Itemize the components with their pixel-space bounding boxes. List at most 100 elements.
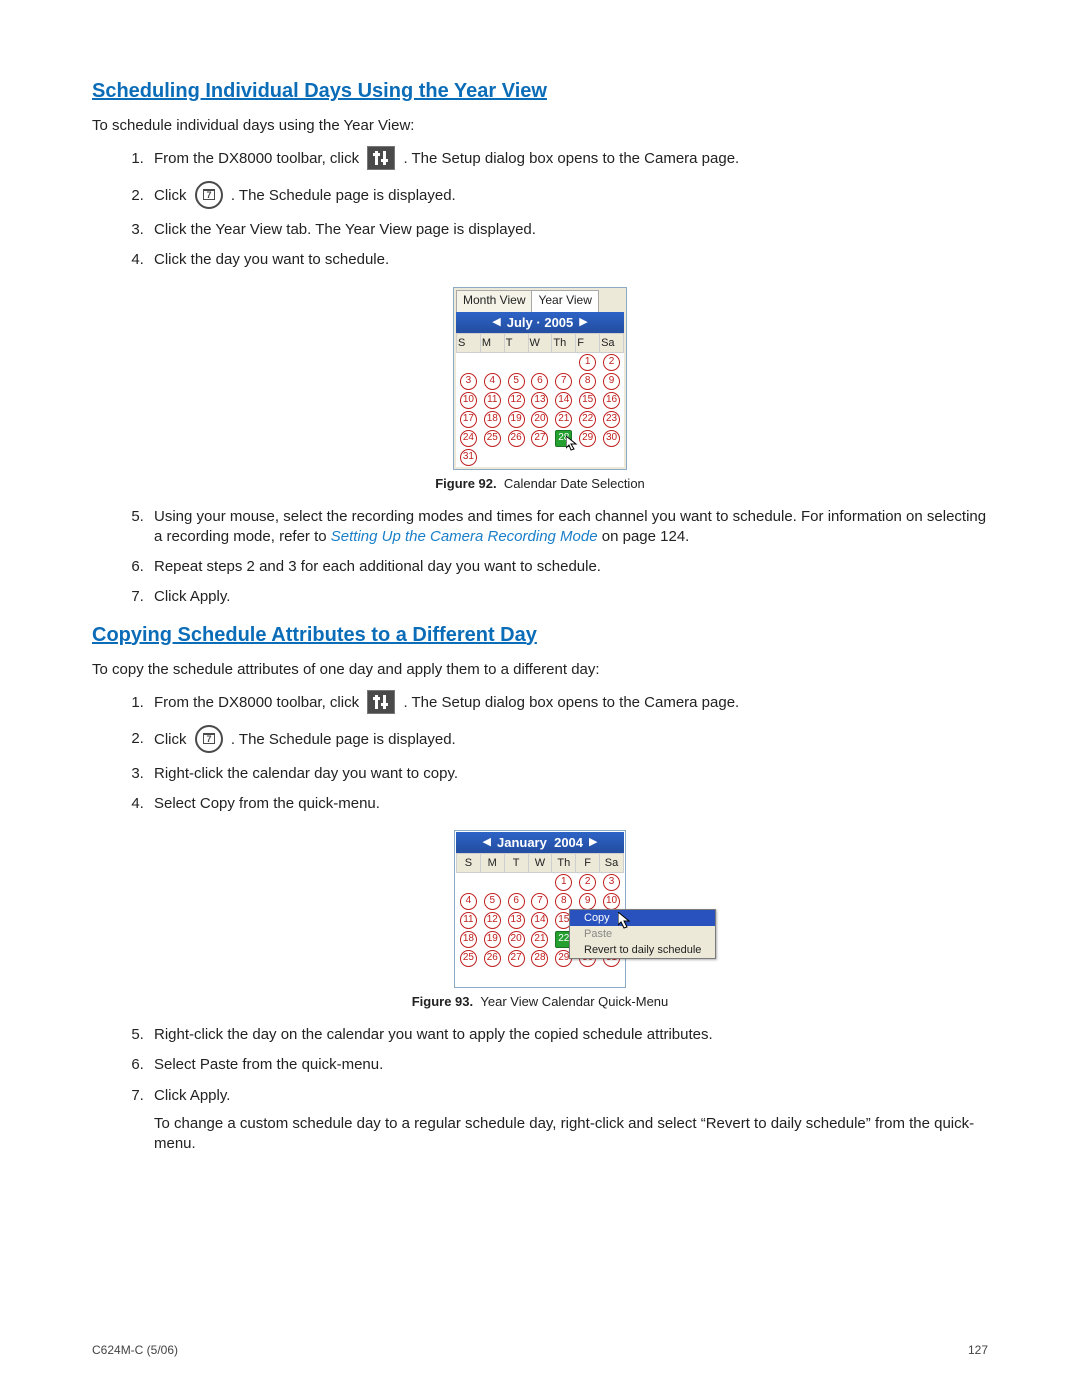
calendar-day[interactable]: 23 (600, 410, 624, 429)
tab-year-view[interactable]: Year View (531, 290, 598, 312)
calendar-day[interactable]: 19 (504, 410, 528, 429)
calendar-day[interactable]: 9 (600, 372, 624, 391)
s2-step4: Select Copy from the quick-menu. (148, 794, 988, 814)
calendar-day[interactable]: 3 (457, 372, 481, 391)
dow-header: Th (552, 854, 576, 873)
calendar-day[interactable]: 25 (457, 949, 481, 968)
calendar-day[interactable]: 4 (457, 892, 481, 911)
calendar-day[interactable]: 20 (504, 930, 528, 949)
schedule-icon: 7 (195, 725, 223, 753)
calendar-day[interactable]: 22 (576, 410, 600, 429)
calendar-day[interactable]: 21 (528, 930, 552, 949)
calendar1-grid[interactable]: SMTWThFSa 123456789101112131415161718192… (456, 333, 624, 467)
calendar-day[interactable]: 8 (576, 372, 600, 391)
calendar-day[interactable]: 11 (480, 391, 504, 410)
calendar-day[interactable]: 27 (504, 949, 528, 968)
calendar-day[interactable]: 16 (600, 391, 624, 410)
calendar-day[interactable]: 4 (480, 372, 504, 391)
next-month-icon[interactable]: ▶ (579, 315, 587, 330)
calendar-day[interactable]: 25 (480, 429, 504, 448)
dow-header: W (528, 333, 552, 352)
s2-step1: From the DX8000 toolbar, click . The Set… (148, 690, 988, 716)
s1-step4: Click the day you want to schedule. (148, 250, 988, 270)
calendar-day[interactable]: 12 (480, 911, 504, 930)
calendar-day[interactable]: 26 (480, 949, 504, 968)
calendar-day[interactable]: 31 (457, 448, 481, 467)
calendar-day[interactable]: 1 (552, 873, 576, 893)
calendar-day[interactable]: 20 (528, 410, 552, 429)
dow-header: Sa (600, 333, 624, 352)
calendar-day[interactable]: 13 (528, 391, 552, 410)
calendar-day[interactable]: 3 (600, 873, 624, 893)
section1-steps-part1: From the DX8000 toolbar, click . The Set… (92, 146, 988, 271)
calendar-day[interactable]: 19 (480, 930, 504, 949)
footer-doc-id: C624M-C (5/06) (92, 1343, 178, 1357)
calendar-day[interactable]: 6 (528, 372, 552, 391)
section-heading-2: Copying Schedule Attributes to a Differe… (92, 624, 988, 647)
dow-header: M (480, 333, 504, 352)
s1-step5: Using your mouse, select the recording m… (148, 507, 988, 548)
calendar-day[interactable]: 13 (504, 911, 528, 930)
calendar-day[interactable]: 12 (504, 391, 528, 410)
figure-92-caption: Figure 92. Calendar Date Selection (92, 476, 988, 491)
tab-month-view[interactable]: Month View (456, 290, 532, 312)
prev-month-icon[interactable]: ◀ (483, 835, 491, 850)
setup-icon (367, 690, 395, 714)
calendar-day[interactable]: 7 (552, 372, 576, 391)
s2-step7: Click Apply. To change a custom schedule… (148, 1086, 988, 1155)
dow-header: Th (552, 333, 576, 352)
svg-text:7: 7 (206, 734, 211, 744)
page-footer: C624M-C (5/06) 127 (92, 1343, 988, 1357)
s1-step7: Click Apply. (148, 587, 988, 607)
calendar-day[interactable]: 27 (528, 429, 552, 448)
calendar-day[interactable]: 18 (480, 410, 504, 429)
s2-step5: Right-click the day on the calendar you … (148, 1025, 988, 1045)
calendar-day[interactable]: 14 (528, 911, 552, 930)
calendar-day[interactable]: 10 (457, 391, 481, 410)
figure-92: Month View Year View ◀ July · 2005 ▶ SM T… (92, 287, 988, 470)
calendar-day[interactable]: 14 (552, 391, 576, 410)
section2-steps-part1: From the DX8000 toolbar, click . The Set… (92, 690, 988, 815)
calendar-day[interactable]: 15 (576, 391, 600, 410)
s2-step2: Click 7 . The Schedule page is displayed… (148, 726, 988, 754)
prev-month-icon[interactable]: ◀ (492, 315, 500, 330)
schedule-icon: 7 (195, 181, 223, 209)
dow-header: S (457, 333, 481, 352)
next-month-icon[interactable]: ▶ (589, 835, 597, 850)
calendar2-header: ◀ January 2004 ▶ (456, 832, 624, 853)
footer-page-num: 127 (968, 1343, 988, 1357)
calendar-day[interactable]: 11 (457, 911, 481, 930)
calendar-day[interactable]: 2 (576, 873, 600, 893)
calendar-day[interactable]: 29 (576, 429, 600, 448)
figure-93-caption: Figure 93. Year View Calendar Quick-Menu (92, 994, 988, 1009)
calendar1-header: ◀ July · 2005 ▶ (456, 312, 624, 333)
calendar-day[interactable]: 28 (528, 949, 552, 968)
calendar-day[interactable]: 5 (480, 892, 504, 911)
calendar-day[interactable]: 1 (576, 352, 600, 372)
section2-steps-part2: Right-click the day on the calendar you … (92, 1025, 988, 1154)
calendar-day[interactable]: 6 (504, 892, 528, 911)
calendar-day[interactable]: 30 (600, 429, 624, 448)
s1-step3: Click the Year View tab. The Year View p… (148, 220, 988, 240)
dow-header: W (528, 854, 552, 873)
s1-step2: Click 7 . The Schedule page is displayed… (148, 182, 988, 210)
calendar-day[interactable]: 28 (552, 429, 576, 448)
context-menu[interactable]: Copy Paste Revert to daily schedule (569, 909, 716, 959)
cursor-icon (618, 912, 634, 932)
calendar-day[interactable]: 7 (528, 892, 552, 911)
recording-mode-link[interactable]: Setting Up the Camera Recording Mode (331, 528, 598, 545)
dow-header: M (480, 854, 504, 873)
section2-intro: To copy the schedule attributes of one d… (92, 661, 988, 678)
calendar-day[interactable]: 17 (457, 410, 481, 429)
menu-revert[interactable]: Revert to daily schedule (570, 942, 715, 958)
s1-step6: Repeat steps 2 and 3 for each additional… (148, 557, 988, 577)
calendar-day[interactable]: 18 (457, 930, 481, 949)
s2-step3: Right-click the calendar day you want to… (148, 764, 988, 784)
calendar-day[interactable]: 5 (504, 372, 528, 391)
calendar-day[interactable]: 26 (504, 429, 528, 448)
menu-copy[interactable]: Copy (570, 910, 715, 926)
calendar-day[interactable]: 24 (457, 429, 481, 448)
calendar-day[interactable]: 21 (552, 410, 576, 429)
calendar-day[interactable]: 2 (600, 352, 624, 372)
setup-icon (367, 146, 395, 170)
